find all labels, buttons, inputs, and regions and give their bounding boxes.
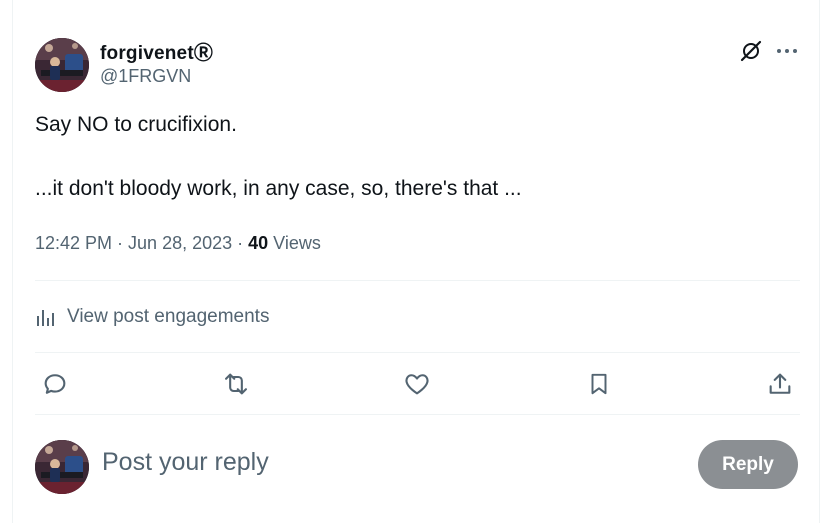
more-icon	[777, 49, 797, 53]
grok-button[interactable]	[738, 38, 764, 64]
more-button[interactable]	[773, 38, 801, 64]
meta-separator: ·	[112, 233, 129, 253]
bookmark-action[interactable]	[583, 368, 615, 400]
author-handle[interactable]: @1FRGVN	[100, 66, 191, 87]
divider	[35, 414, 800, 415]
views-count: 40	[248, 233, 269, 253]
divider	[35, 352, 800, 353]
author-display-name[interactable]: forgivenetⓇ	[100, 38, 213, 65]
grok-icon	[740, 40, 762, 62]
registered-mark: Ⓡ	[193, 43, 214, 64]
post-meta: 12:42 PM · Jun 28, 2023 · 40 Views	[35, 233, 321, 254]
author-avatar[interactable]	[35, 38, 89, 92]
avatar-icon	[35, 440, 89, 494]
share-icon	[769, 373, 791, 394]
post-detail: forgivenetⓇ @1FRGVN Say NO to crucifixio…	[12, 0, 820, 523]
user-avatar[interactable]	[35, 440, 89, 494]
like-action[interactable]	[401, 368, 433, 400]
post-text-line: ...it don't bloody work, in any case, so…	[35, 177, 522, 200]
post-date[interactable]: Jun 28, 2023	[128, 233, 232, 253]
reply-button[interactable]: Reply	[698, 440, 798, 489]
engagements-label: View post engagements	[67, 306, 270, 327]
post-time[interactable]: 12:42 PM	[35, 233, 112, 253]
avatar-icon	[35, 38, 89, 92]
bookmark-icon	[591, 373, 607, 395]
reply-action[interactable]	[39, 368, 71, 400]
divider	[35, 280, 800, 281]
reply-icon	[44, 374, 66, 394]
views-label: Views	[268, 233, 321, 253]
repost-icon	[225, 373, 247, 395]
post-text-line: Say NO to crucifixion.	[35, 113, 237, 136]
share-action[interactable]	[764, 368, 796, 400]
repost-action[interactable]	[220, 368, 252, 400]
view-engagements-link[interactable]: View post engagements	[35, 303, 269, 331]
reply-input[interactable]: Post your reply	[102, 448, 269, 477]
display-name-text: forgivenet	[100, 43, 194, 64]
meta-separator: ·	[232, 233, 249, 253]
heart-icon	[405, 374, 429, 395]
analytics-icon	[37, 310, 54, 326]
